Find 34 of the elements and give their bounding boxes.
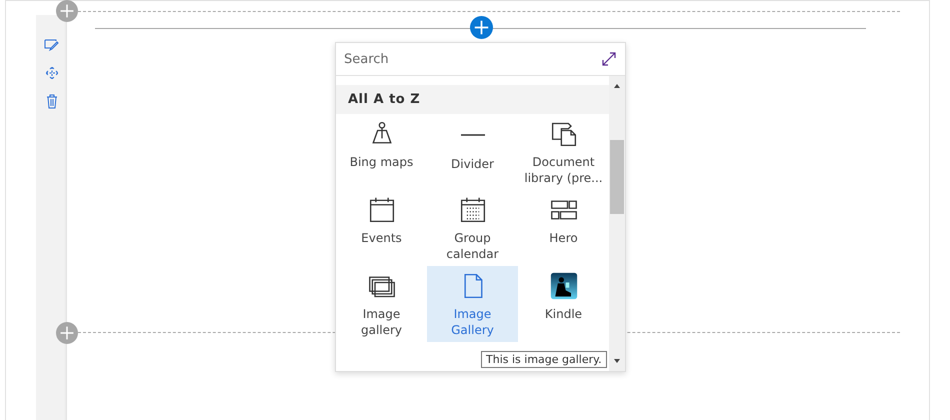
webpart-label: Document library (pre...: [523, 154, 604, 186]
webpart-tile[interactable]: Image Gallery: [427, 266, 518, 342]
calendar-icon: [368, 196, 396, 224]
webpart-tile[interactable]: Divider: [427, 114, 518, 190]
calendar-icon: [458, 196, 486, 224]
add-webpart-icon[interactable]: [470, 16, 493, 39]
webpart-tile[interactable]: Events: [336, 190, 427, 266]
section-header: All A to Z: [336, 85, 609, 114]
webpart-label: Bing maps: [348, 154, 414, 170]
expand-icon[interactable]: [601, 51, 617, 67]
documents-icon: [550, 120, 578, 148]
scroll-down-icon[interactable]: [613, 357, 621, 365]
add-section-icon[interactable]: [56, 0, 78, 22]
webpart-label: Group calendar: [445, 230, 500, 262]
webpart-label: Image gallery: [360, 306, 404, 338]
webpart-tile[interactable]: Group calendar: [427, 190, 518, 266]
add-section-icon[interactable]: [56, 322, 78, 344]
tooltip: This is image gallery.: [481, 351, 607, 368]
webpart-tile[interactable]: Hero: [518, 190, 609, 266]
edit-icon[interactable]: [44, 37, 60, 53]
webpart-tile[interactable]: Kindle: [518, 266, 609, 342]
webpart-label: Image Gallery: [450, 306, 495, 338]
webpart-tile[interactable]: Bing maps: [336, 114, 427, 190]
webpart-label: Kindle: [544, 306, 584, 322]
webpart-label: Events: [360, 230, 403, 246]
scroll-up-icon[interactable]: [613, 82, 621, 90]
divider-icon: [460, 134, 486, 136]
move-icon[interactable]: [44, 65, 60, 81]
webpart-label: Divider: [450, 156, 495, 172]
webpart-label: Hero: [548, 230, 579, 246]
scrollbar-thumb[interactable]: [610, 140, 624, 214]
webpart-tile[interactable]: Image gallery: [336, 266, 427, 342]
search-field[interactable]: Search: [344, 52, 601, 66]
webpart-tile[interactable]: Document library (pre...: [518, 114, 609, 190]
